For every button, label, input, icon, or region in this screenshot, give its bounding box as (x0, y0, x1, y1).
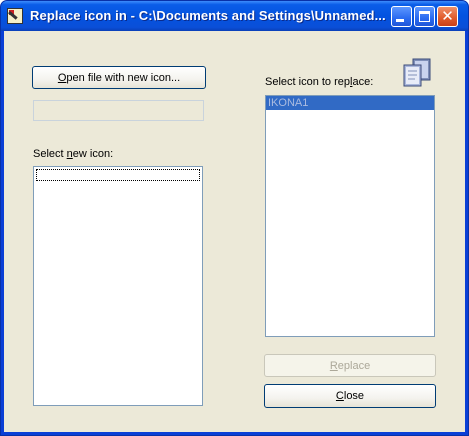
replace-button[interactable]: Replace (264, 354, 436, 377)
select-new-icon-label: Select new icon: (33, 148, 114, 160)
select-icon-to-replace-label: Select icon to replace: (265, 76, 374, 88)
maximize-icon (419, 11, 430, 22)
close-window-button[interactable]: ✕ (437, 6, 458, 27)
replace-icon-window: Replace icon in - C:\Documents and Setti… (0, 0, 469, 436)
minimize-button[interactable] (391, 6, 412, 27)
open-file-button[interactable]: Open file with new icon... (32, 66, 206, 89)
icon-editor-pen-icon[interactable] (7, 8, 23, 24)
dialog-body: Open file with new icon... Select new ic… (4, 31, 465, 432)
list-focus-rect (36, 169, 200, 181)
replace-icon-list[interactable]: IKONA1 (265, 95, 435, 337)
window-title: Replace icon in - C:\Documents and Setti… (30, 8, 386, 23)
minimize-icon (396, 19, 404, 22)
maximize-button[interactable] (414, 6, 435, 27)
list-item[interactable]: IKONA1 (266, 96, 434, 110)
replace-icon-items: IKONA1 (266, 96, 434, 110)
title-bar[interactable]: Replace icon in - C:\Documents and Setti… (1, 1, 468, 31)
close-icon: ✕ (441, 7, 454, 25)
copy-pages-icon (403, 58, 431, 87)
close-button[interactable]: Close (264, 384, 436, 408)
file-path-field (33, 100, 204, 121)
new-icon-list[interactable] (33, 166, 203, 406)
